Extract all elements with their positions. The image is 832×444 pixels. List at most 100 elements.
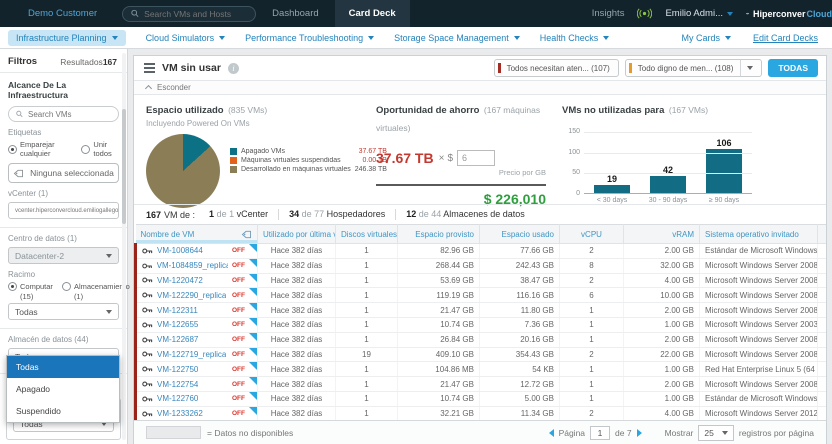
col-ultima-vez[interactable]: Utilizado por última vez — [258, 225, 336, 244]
hide-panel-toggle[interactable]: Esconder — [134, 80, 826, 95]
nav-item-storage-space-management[interactable]: Storage Space Management — [394, 33, 520, 43]
table-row[interactable]: VM-1233262 OFF Hace 382 días 1 32.21 GB … — [136, 406, 827, 420]
vm-count-label: VM de : — [164, 210, 195, 220]
power-off-key-icon — [142, 321, 153, 329]
nav-item-infrastructure-planning[interactable]: Infrastructure Planning — [8, 30, 126, 46]
mention-filter-button[interactable]: Todo digno de men... (108) — [625, 59, 763, 77]
used-space-cell: 12.72 GB — [480, 377, 560, 392]
info-icon[interactable]: i — [228, 63, 239, 74]
dropdown-option[interactable]: Suspendido — [7, 400, 119, 422]
radio-match-all[interactable]: Unir todos — [81, 140, 119, 158]
tags-dropdown[interactable]: Ninguna seleccionada — [8, 163, 119, 183]
vm-count: 167 — [146, 210, 161, 220]
vm-name-link[interactable]: VM-1084859_replica — [157, 261, 228, 270]
vram-cell: 22.00 GB — [624, 347, 700, 362]
col-discos[interactable]: Discos virtuales — [336, 225, 398, 244]
no-data-legend: = Datos no disponibles — [207, 428, 293, 438]
page-input[interactable] — [590, 426, 610, 440]
vm-name-link[interactable]: VM-122290_replica — [157, 291, 226, 300]
todas-button[interactable]: TODAS — [768, 59, 818, 77]
col-vram[interactable]: vRAM — [624, 225, 700, 244]
tab-card-deck[interactable]: Card Deck — [335, 0, 410, 27]
nav-item-health-checks[interactable]: Health Checks — [540, 33, 610, 43]
card-menu-icon[interactable] — [144, 63, 155, 73]
table-row[interactable]: VM-122311 OFF Hace 382 días 1 21.47 GB 1… — [136, 303, 827, 318]
vm-name-link[interactable]: VM-122754 — [157, 380, 198, 389]
virtual-disks-cell: 1 — [336, 273, 398, 288]
table-row[interactable]: VM-122719_replica OFF Hace 382 días 19 4… — [136, 347, 827, 362]
tab-dashboard[interactable]: Dashboard — [258, 0, 332, 27]
provisioned-space-cell: 10.74 GB — [398, 317, 480, 332]
global-search[interactable] — [122, 6, 256, 22]
vm-name-link[interactable]: VM-122311 — [157, 306, 198, 315]
vm-search-input[interactable] — [28, 110, 111, 119]
vram-cell: 10.00 GB — [624, 288, 700, 303]
next-page-icon[interactable] — [637, 429, 642, 437]
prev-page-icon[interactable] — [549, 429, 554, 437]
vcpu-cell: 8 — [560, 258, 624, 273]
table-row[interactable]: VM-122687 OFF Hace 382 días 1 26.84 GB 2… — [136, 332, 827, 347]
vram-cell: 1.00 GB — [624, 362, 700, 377]
chevron-down-icon — [514, 36, 520, 40]
vm-name-link[interactable]: VM-122687 — [157, 335, 198, 344]
vm-name-link[interactable]: VM-1233262 — [157, 409, 203, 418]
col-vcpu[interactable]: vCPU — [560, 225, 624, 244]
insights-link[interactable]: Insights — [592, 8, 625, 19]
my-cards-menu[interactable]: My Cards — [681, 33, 731, 43]
page-size-select[interactable]: 25 — [698, 425, 733, 441]
col-nombre-vm[interactable]: Nombre de VM — [136, 225, 258, 244]
bar: 106 — [700, 138, 748, 193]
table-row[interactable]: VM-122655 OFF Hace 382 días 1 10.74 GB 7… — [136, 317, 827, 332]
sidebar-scrollbar-thumb[interactable] — [122, 109, 126, 224]
tag-icon[interactable] — [241, 230, 252, 239]
extra-cell — [818, 288, 827, 303]
bar: 19 — [588, 174, 636, 193]
table-row[interactable]: VM-1008644 OFF Hace 382 días 1 82.96 GB … — [136, 244, 827, 259]
chevron-down-icon — [727, 12, 733, 16]
power-off-key-icon — [142, 380, 153, 388]
pie-legend: Apagado VMs37.67 TBMáquinas virtuales su… — [230, 146, 387, 208]
table-row[interactable]: VM-122750 OFF Hace 382 días 1 104.86 MB … — [136, 362, 827, 377]
pagination: Página de 7 Mostrar 25 registros por pág… — [549, 425, 814, 441]
col-extra — [818, 225, 827, 244]
radio-computar[interactable]: Computar — [8, 282, 53, 291]
table-row[interactable]: VM-122754 OFF Hace 382 días 1 21.47 GB 1… — [136, 377, 827, 392]
search-input[interactable] — [144, 9, 247, 19]
signal-icon[interactable] — [637, 8, 652, 19]
vm-name-link[interactable]: VM-122760 — [157, 394, 198, 403]
vm-name-link[interactable]: VM-1220472 — [157, 276, 203, 285]
dropdown-option[interactable]: Apagado — [7, 378, 119, 400]
radio-almacenamiento[interactable]: Almacenamiento — [62, 282, 130, 291]
edit-card-decks-link[interactable]: Edit Card Decks — [753, 33, 818, 43]
vm-name-link[interactable]: VM-1008644 — [157, 246, 203, 255]
nav-item-cloud-simulators[interactable]: Cloud Simulators — [146, 33, 226, 43]
table-row[interactable]: VM-1084859_replica OFF Hace 382 días 1 2… — [136, 258, 827, 273]
user-name: Emilio Admi... — [665, 8, 723, 19]
dropdown-option[interactable]: Todas — [7, 356, 119, 378]
vcenter-select[interactable]: vcenter.hiperconvercloud.emiliogallegos.… — [8, 202, 119, 219]
nav-item-performance-troubleshooting[interactable]: Performance Troubleshooting — [245, 33, 374, 43]
vm-name-link[interactable]: VM-122750 — [157, 365, 198, 374]
table-row[interactable]: VM-1220472 OFF Hace 382 días 1 53.69 GB … — [136, 273, 827, 288]
vm-search[interactable] — [8, 106, 119, 122]
vm-name-link[interactable]: VM-122719_replica — [157, 350, 226, 359]
radio-match-any[interactable]: Emparejar cualquier — [8, 140, 72, 158]
table-row[interactable]: VM-122760 OFF Hace 382 días 1 10.74 GB 5… — [136, 391, 827, 406]
vm-name-link[interactable]: VM-122655 — [157, 320, 198, 329]
cluster-select[interactable]: Todas — [8, 303, 119, 320]
user-menu[interactable]: Emilio Admi... — [665, 8, 733, 19]
table-row[interactable]: VM-122290_replica OFF Hace 382 días 1 11… — [136, 288, 827, 303]
attention-filter-button[interactable]: Todos necesitan aten... (107) — [494, 59, 619, 77]
nav-item-label: Cloud Simulators — [146, 33, 215, 43]
customer-name-link[interactable]: Demo Customer — [28, 8, 97, 19]
mention-dropdown-toggle[interactable] — [740, 60, 753, 76]
datacenter-select[interactable]: Datacenter-2 — [8, 247, 119, 264]
datacenter-label: Centro de datos (1) — [0, 228, 127, 245]
col-espacio-usado[interactable]: Espacio usado — [480, 225, 560, 244]
estado-dropdown-list: TodasApagadoSuspendido — [6, 355, 120, 423]
col-sistema-operativo[interactable]: Sistema operativo invitado — [700, 225, 818, 244]
col-espacio-provisto[interactable]: Espacio provisto — [398, 225, 480, 244]
vram-cell: 2.00 GB — [624, 244, 700, 259]
price-per-gb-input[interactable] — [457, 150, 495, 166]
last-used-cell: Hace 382 días — [258, 303, 336, 318]
